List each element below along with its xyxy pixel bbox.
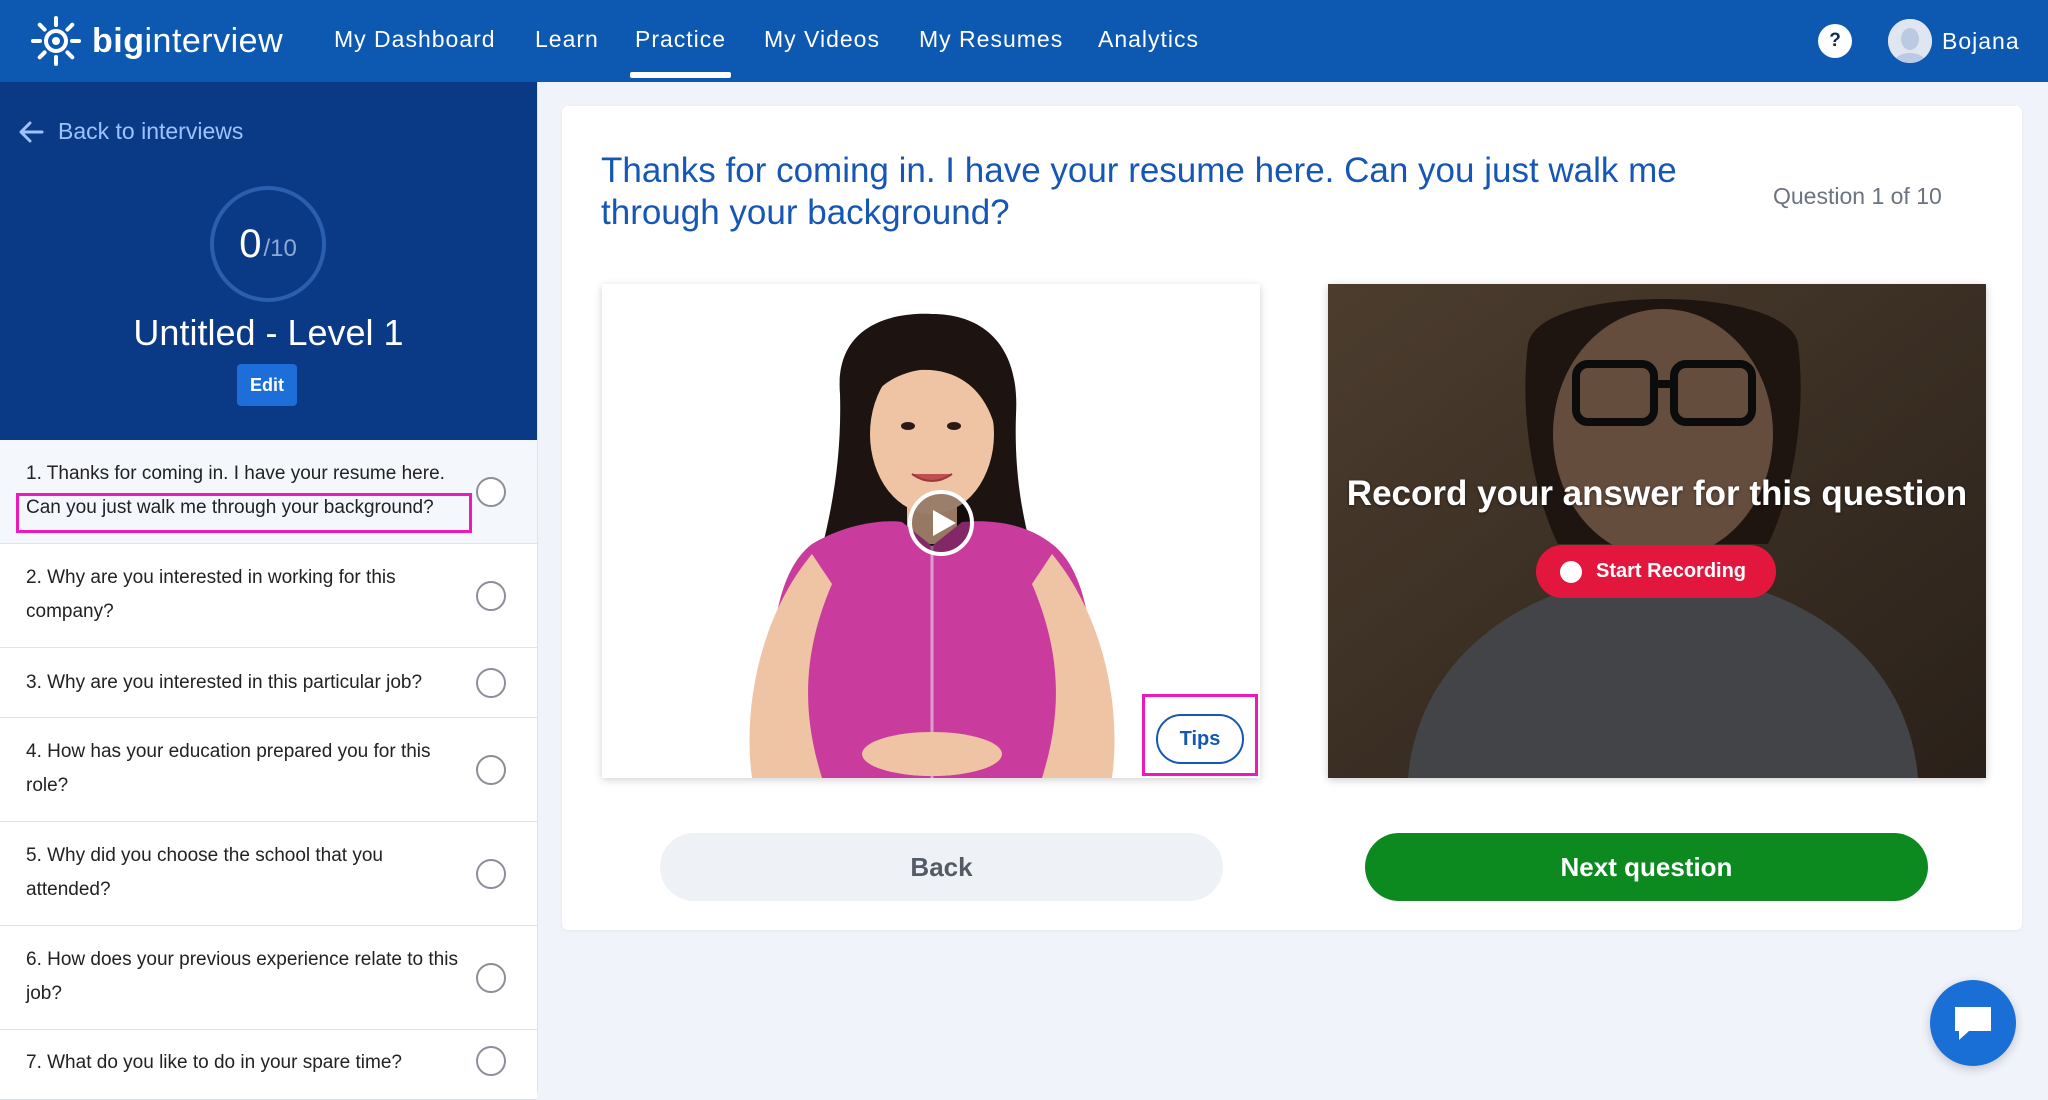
question-status-radio[interactable] xyxy=(476,477,506,507)
question-item-3[interactable]: 3. Why are you interested in this partic… xyxy=(0,648,537,718)
back-to-interviews-label: Back to interviews xyxy=(58,118,244,144)
record-dot-icon xyxy=(1560,560,1582,583)
question-item-2[interactable]: 2. Why are you interested in working for… xyxy=(0,544,537,648)
nav-my-videos[interactable]: My Videos xyxy=(764,22,880,56)
play-icon xyxy=(933,510,956,536)
score-done: 0 xyxy=(239,221,262,266)
nav-analytics[interactable]: Analytics xyxy=(1098,22,1199,56)
score-total: /10 xyxy=(263,235,297,262)
question-status-radio[interactable] xyxy=(476,1046,506,1076)
question-item-text: 6. How does your previous experience rel… xyxy=(26,949,458,1004)
highlight-box xyxy=(1142,694,1258,776)
back-button[interactable]: Back xyxy=(660,833,1223,901)
webcam-preview xyxy=(1328,284,1986,778)
chat-icon xyxy=(1955,1007,1991,1040)
start-recording-button[interactable]: Start Recording xyxy=(1536,545,1776,598)
nav-my-dashboard[interactable]: My Dashboard xyxy=(334,22,496,56)
question-item-5[interactable]: 5. Why did you choose the school that yo… xyxy=(0,822,537,926)
question-item-6[interactable]: 6. How does your previous experience rel… xyxy=(0,926,537,1030)
progress-score: 0 /10 xyxy=(210,186,326,302)
question-item-text: 2. Why are you interested in working for… xyxy=(26,567,396,622)
question-item-1[interactable]: 1. Thanks for coming in. I have your res… xyxy=(0,440,537,544)
record-prompt: Record your answer for this question xyxy=(1346,474,1968,513)
question-item-7[interactable]: 7. What do you like to do in your spare … xyxy=(0,1030,537,1100)
help-icon[interactable]: ? xyxy=(1818,24,1852,58)
question-item-text: 3. Why are you interested in this partic… xyxy=(26,672,423,693)
next-question-button[interactable]: Next question xyxy=(1365,833,1928,901)
edit-button[interactable]: Edit xyxy=(237,364,297,406)
arrow-left-icon xyxy=(19,121,44,142)
top-navbar: biginterview My Dashboard Learn Practice… xyxy=(0,0,2048,82)
question-counter: Question 1 of 10 xyxy=(1773,183,1942,209)
question-status-radio[interactable] xyxy=(476,668,506,698)
nav-learn[interactable]: Learn xyxy=(535,22,599,56)
question-status-radio[interactable] xyxy=(476,755,506,785)
avatar-icon xyxy=(1888,19,1932,63)
question-title: Thanks for coming in. I have your resume… xyxy=(601,151,1677,232)
user-name: Bojana xyxy=(1942,27,2020,54)
webcam-image xyxy=(1328,284,1986,778)
brand-name: biginterview xyxy=(92,21,284,60)
question-status-radio[interactable] xyxy=(476,581,506,611)
highlight-box xyxy=(16,493,472,533)
question-list: 1. Thanks for coming in. I have your res… xyxy=(0,440,537,1100)
user-menu[interactable]: Bojana xyxy=(1888,18,2020,64)
play-video-button[interactable] xyxy=(908,490,974,556)
nav-my-resumes[interactable]: My Resumes xyxy=(919,22,1063,56)
question-item-text: 5. Why did you choose the school that yo… xyxy=(26,845,383,900)
question-item-text: 4. How has your education prepared you f… xyxy=(26,741,431,796)
brand-logo[interactable]: biginterview xyxy=(30,14,283,68)
questions-sidebar: Back to interviews 0 /10 Untitled - Leve… xyxy=(0,82,538,1100)
question-status-radio[interactable] xyxy=(476,963,506,993)
start-recording-label: Start Recording xyxy=(1596,560,1747,582)
chat-button[interactable] xyxy=(1930,980,2016,1066)
question-status-radio[interactable] xyxy=(476,859,506,889)
back-to-interviews-link[interactable]: Back to interviews xyxy=(18,118,243,145)
question-item-text: 7. What do you like to do in your spare … xyxy=(26,1052,402,1073)
question-item-4[interactable]: 4. How has your education prepared you f… xyxy=(0,718,537,822)
nav-practice[interactable]: Practice xyxy=(629,22,732,78)
sun-logo-icon xyxy=(31,16,81,66)
interview-title: Untitled - Level 1 xyxy=(133,312,404,353)
sidebar-header: Back to interviews 0 /10 Untitled - Leve… xyxy=(0,82,537,440)
